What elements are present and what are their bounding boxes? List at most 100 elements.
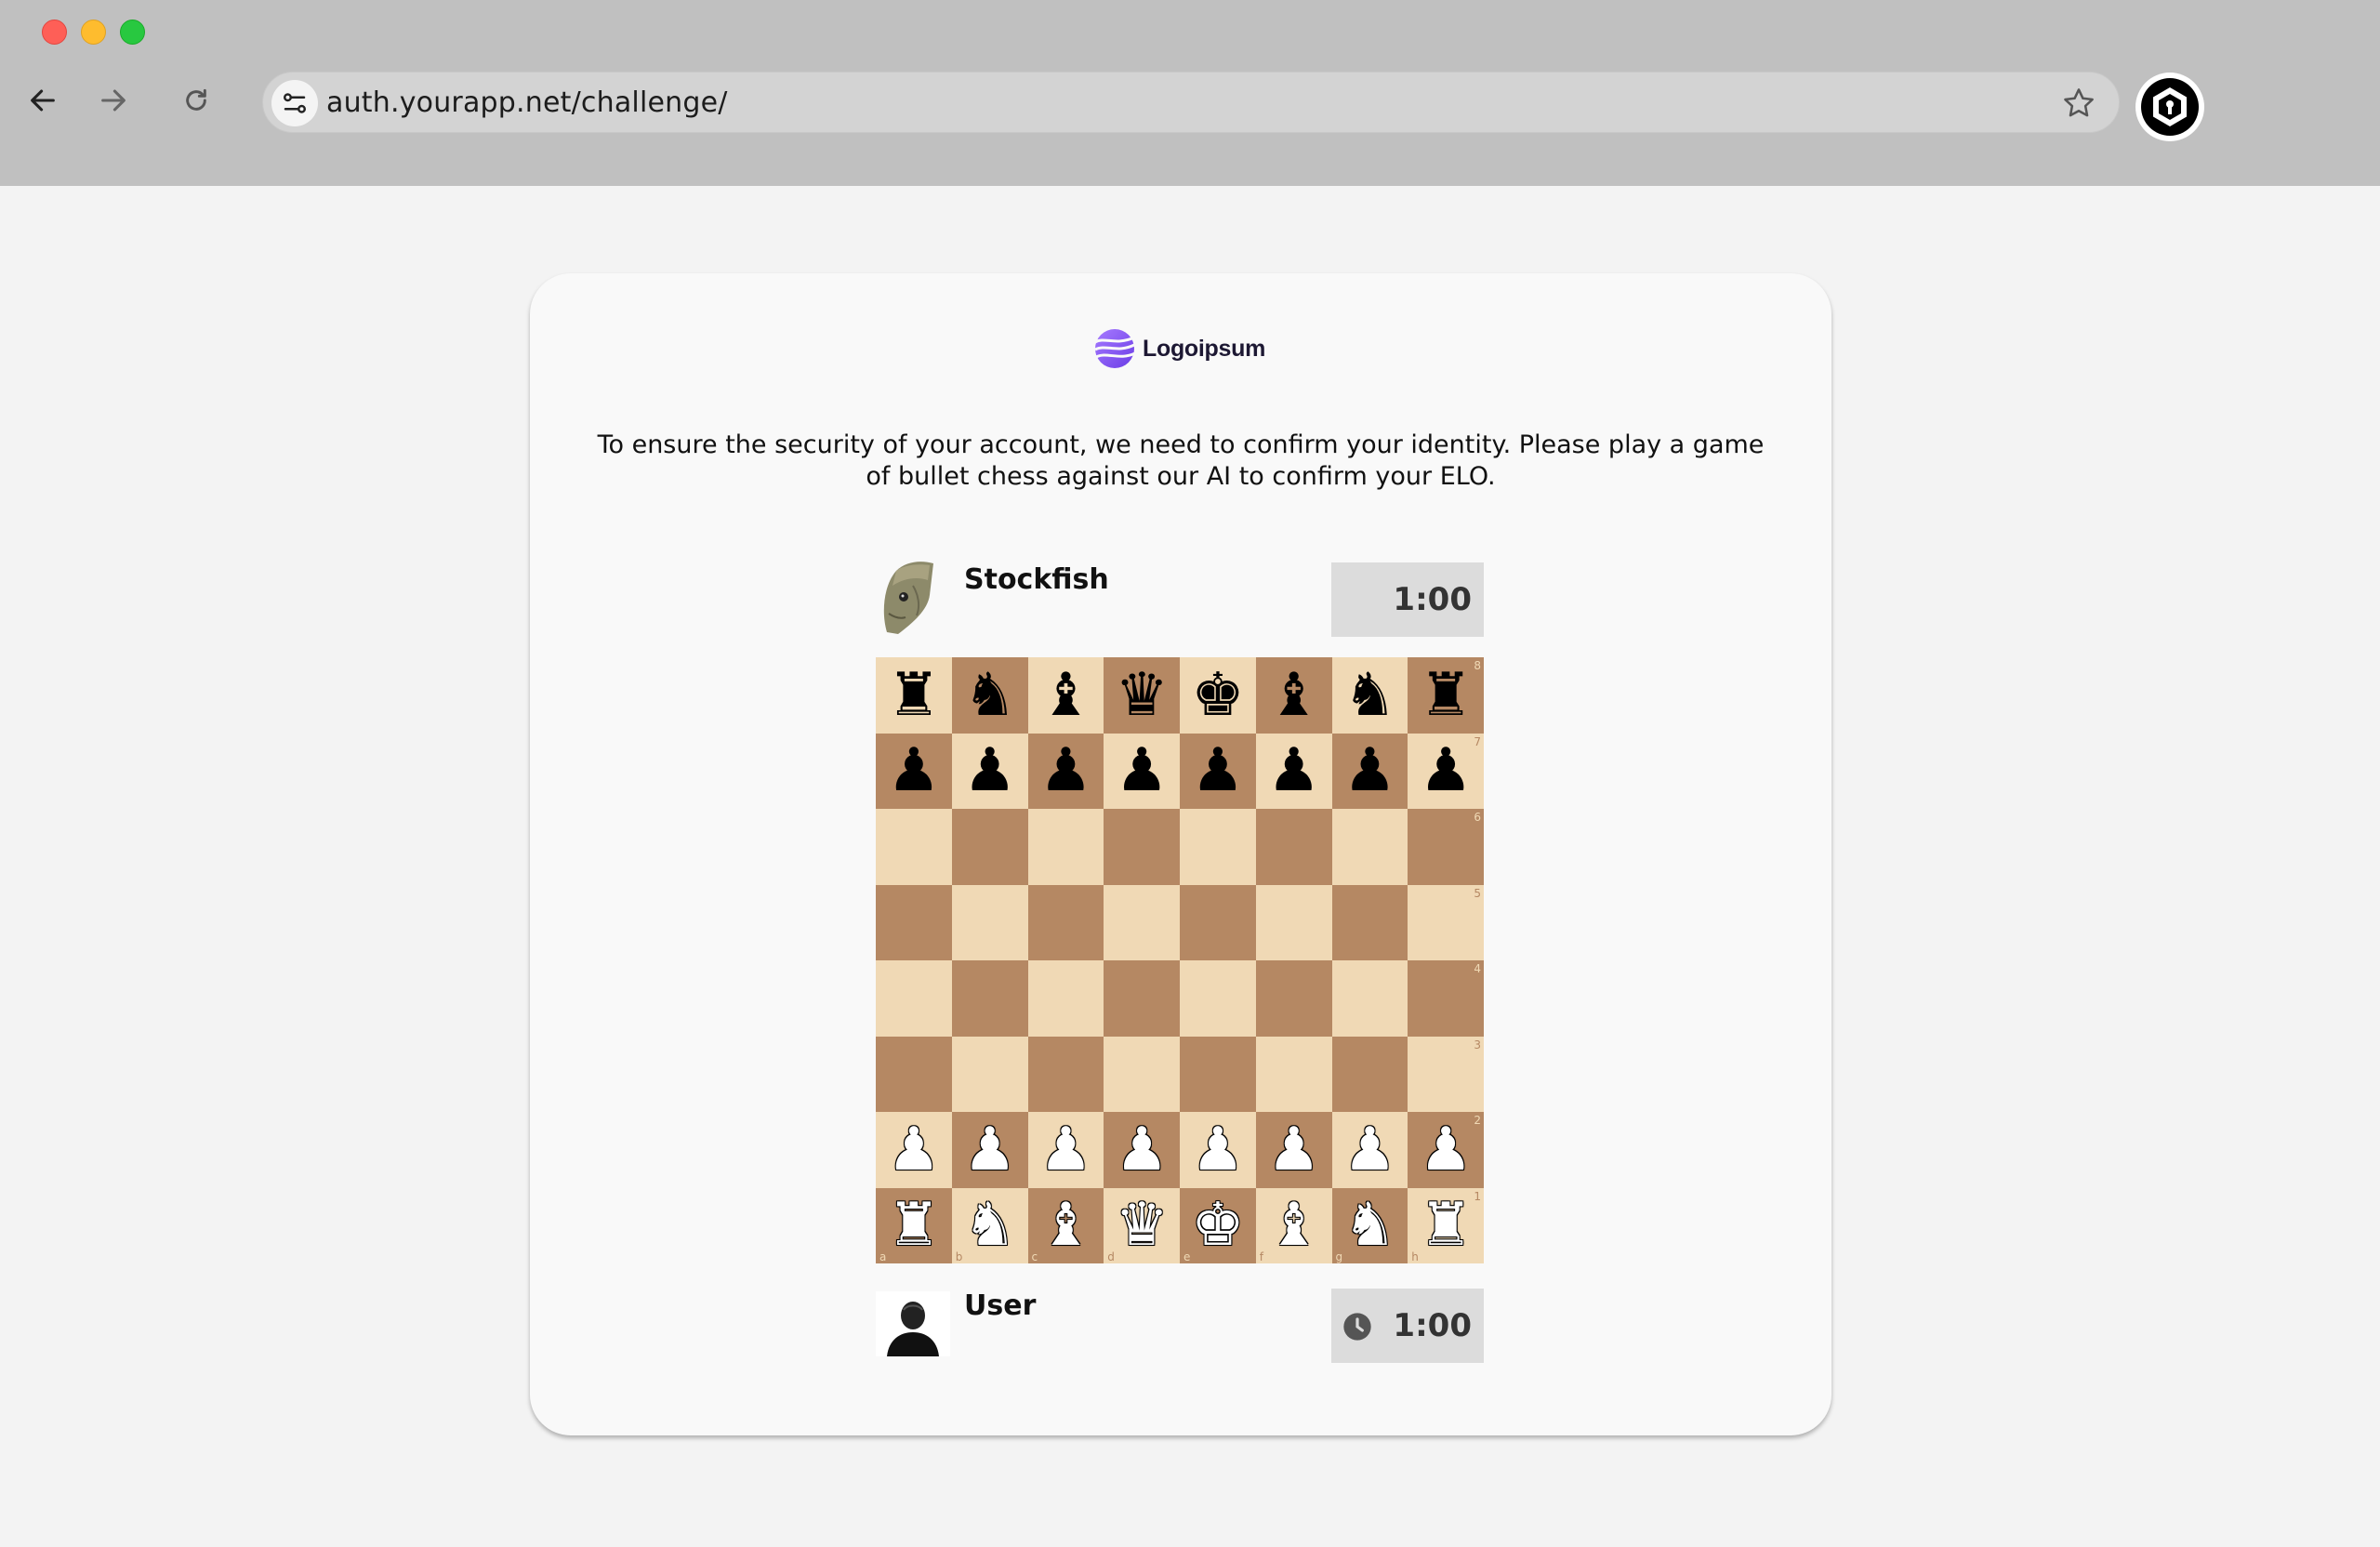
square-e4[interactable] bbox=[1180, 960, 1256, 1037]
white-bishop-icon[interactable]: ♝ bbox=[1267, 1196, 1320, 1255]
square-b5[interactable] bbox=[951, 884, 1028, 960]
square-b8[interactable]: ♞ bbox=[951, 657, 1028, 734]
white-pawn-icon[interactable]: ♟ bbox=[1343, 1120, 1396, 1180]
white-rook-icon[interactable]: ♜ bbox=[1419, 1196, 1472, 1255]
square-c8[interactable]: ♝ bbox=[1027, 657, 1104, 734]
black-pawn-icon[interactable]: ♟ bbox=[1267, 741, 1320, 800]
square-b6[interactable] bbox=[951, 809, 1028, 885]
white-king-icon[interactable]: ♚ bbox=[1191, 1196, 1244, 1255]
minimize-window-button[interactable] bbox=[81, 20, 106, 45]
black-pawn-icon[interactable]: ♟ bbox=[1343, 741, 1396, 800]
square-b1[interactable]: ♞ b bbox=[951, 1187, 1028, 1263]
url-text[interactable]: auth.yourapp.net/challenge/ bbox=[326, 86, 728, 119]
black-pawn-icon[interactable]: ♟ bbox=[963, 741, 1016, 800]
square-e5[interactable] bbox=[1180, 884, 1256, 960]
square-h8[interactable]: ♜ 8 bbox=[1408, 657, 1484, 734]
address-bar[interactable]: auth.yourapp.net/challenge/ bbox=[262, 72, 2120, 133]
extension-hexagon-icon[interactable] bbox=[2135, 73, 2204, 141]
square-b7[interactable]: ♟ bbox=[951, 733, 1028, 809]
reload-icon[interactable] bbox=[178, 82, 215, 119]
black-pawn-icon[interactable]: ♟ bbox=[1191, 741, 1244, 800]
chess-board[interactable]: ♜ ♞ ♝ ♛ ♚ ♝ ♞ ♜ 8 ♟ ♟ ♟ ♟ ♟ ♟ ♟ ♟ 7 6 5 4 3 ♟ ♟ ♟ ♟ ♟ ♟ ♟ ♟ 2 ♜ a ♞ b ♝ c ♛ d ♚… bbox=[876, 657, 1484, 1263]
maximize-window-button[interactable] bbox=[120, 20, 145, 45]
square-a5[interactable] bbox=[876, 884, 952, 960]
white-pawn-icon[interactable]: ♟ bbox=[1191, 1120, 1244, 1180]
square-h7[interactable]: ♟ 7 bbox=[1408, 733, 1484, 809]
black-pawn-icon[interactable]: ♟ bbox=[1039, 741, 1092, 800]
square-c6[interactable] bbox=[1027, 809, 1104, 885]
square-c2[interactable]: ♟ bbox=[1027, 1112, 1104, 1188]
square-c3[interactable] bbox=[1027, 1036, 1104, 1112]
square-g7[interactable]: ♟ bbox=[1331, 733, 1408, 809]
square-d3[interactable] bbox=[1104, 1036, 1180, 1112]
white-rook-icon[interactable]: ♜ bbox=[887, 1196, 940, 1255]
square-c7[interactable]: ♟ bbox=[1027, 733, 1104, 809]
black-queen-icon[interactable]: ♛ bbox=[1115, 666, 1168, 725]
white-knight-icon[interactable]: ♞ bbox=[963, 1196, 1016, 1255]
black-pawn-icon[interactable]: ♟ bbox=[887, 741, 940, 800]
square-c4[interactable] bbox=[1027, 960, 1104, 1037]
square-f4[interactable] bbox=[1255, 960, 1332, 1037]
white-pawn-icon[interactable]: ♟ bbox=[1419, 1120, 1472, 1180]
square-a8[interactable]: ♜ bbox=[876, 657, 952, 734]
square-f3[interactable] bbox=[1255, 1036, 1332, 1112]
square-a3[interactable] bbox=[876, 1036, 952, 1112]
white-pawn-icon[interactable]: ♟ bbox=[963, 1120, 1016, 1180]
square-g1[interactable]: ♞ g bbox=[1331, 1187, 1408, 1263]
square-h4[interactable]: 4 bbox=[1408, 960, 1484, 1037]
square-d6[interactable] bbox=[1104, 809, 1180, 885]
square-f2[interactable]: ♟ bbox=[1255, 1112, 1332, 1188]
square-g4[interactable] bbox=[1331, 960, 1408, 1037]
square-e8[interactable]: ♚ bbox=[1180, 657, 1256, 734]
square-h2[interactable]: ♟ 2 bbox=[1408, 1112, 1484, 1188]
square-f5[interactable] bbox=[1255, 884, 1332, 960]
site-settings-icon[interactable] bbox=[271, 80, 318, 126]
square-a2[interactable]: ♟ bbox=[876, 1112, 952, 1188]
square-e7[interactable]: ♟ bbox=[1180, 733, 1256, 809]
close-window-button[interactable] bbox=[42, 20, 67, 45]
square-d7[interactable]: ♟ bbox=[1104, 733, 1180, 809]
square-e3[interactable] bbox=[1180, 1036, 1256, 1112]
square-g5[interactable] bbox=[1331, 884, 1408, 960]
forward-arrow-icon[interactable] bbox=[95, 82, 132, 119]
square-d1[interactable]: ♛ d bbox=[1104, 1187, 1180, 1263]
white-pawn-icon[interactable]: ♟ bbox=[1115, 1120, 1168, 1180]
bookmark-star-icon[interactable] bbox=[2061, 86, 2096, 121]
square-b2[interactable]: ♟ bbox=[951, 1112, 1028, 1188]
black-bishop-icon[interactable]: ♝ bbox=[1039, 666, 1092, 725]
black-bishop-icon[interactable]: ♝ bbox=[1267, 666, 1320, 725]
square-g8[interactable]: ♞ bbox=[1331, 657, 1408, 734]
square-g6[interactable] bbox=[1331, 809, 1408, 885]
square-a4[interactable] bbox=[876, 960, 952, 1037]
black-pawn-icon[interactable]: ♟ bbox=[1419, 741, 1472, 800]
square-c1[interactable]: ♝ c bbox=[1027, 1187, 1104, 1263]
square-d4[interactable] bbox=[1104, 960, 1180, 1037]
square-f1[interactable]: ♝ f bbox=[1255, 1187, 1332, 1263]
back-arrow-icon[interactable] bbox=[24, 82, 61, 119]
square-e6[interactable] bbox=[1180, 809, 1256, 885]
square-f7[interactable]: ♟ bbox=[1255, 733, 1332, 809]
square-c5[interactable] bbox=[1027, 884, 1104, 960]
square-h5[interactable]: 5 bbox=[1408, 884, 1484, 960]
square-g3[interactable] bbox=[1331, 1036, 1408, 1112]
black-king-icon[interactable]: ♚ bbox=[1191, 666, 1244, 725]
white-pawn-icon[interactable]: ♟ bbox=[1267, 1120, 1320, 1180]
square-d2[interactable]: ♟ bbox=[1104, 1112, 1180, 1188]
square-h6[interactable]: 6 bbox=[1408, 809, 1484, 885]
square-d8[interactable]: ♛ bbox=[1104, 657, 1180, 734]
black-rook-icon[interactable]: ♜ bbox=[887, 666, 940, 725]
square-a7[interactable]: ♟ bbox=[876, 733, 952, 809]
black-knight-icon[interactable]: ♞ bbox=[963, 666, 1016, 725]
square-h1[interactable]: ♜ 1 h bbox=[1408, 1187, 1484, 1263]
square-d5[interactable] bbox=[1104, 884, 1180, 960]
square-b3[interactable] bbox=[951, 1036, 1028, 1112]
square-a1[interactable]: ♜ a bbox=[876, 1187, 952, 1263]
white-knight-icon[interactable]: ♞ bbox=[1343, 1196, 1396, 1255]
black-pawn-icon[interactable]: ♟ bbox=[1115, 741, 1168, 800]
black-rook-icon[interactable]: ♜ bbox=[1419, 666, 1472, 725]
square-g2[interactable]: ♟ bbox=[1331, 1112, 1408, 1188]
white-queen-icon[interactable]: ♛ bbox=[1115, 1196, 1168, 1255]
square-e1[interactable]: ♚ e bbox=[1180, 1187, 1256, 1263]
white-bishop-icon[interactable]: ♝ bbox=[1039, 1196, 1092, 1255]
square-b4[interactable] bbox=[951, 960, 1028, 1037]
